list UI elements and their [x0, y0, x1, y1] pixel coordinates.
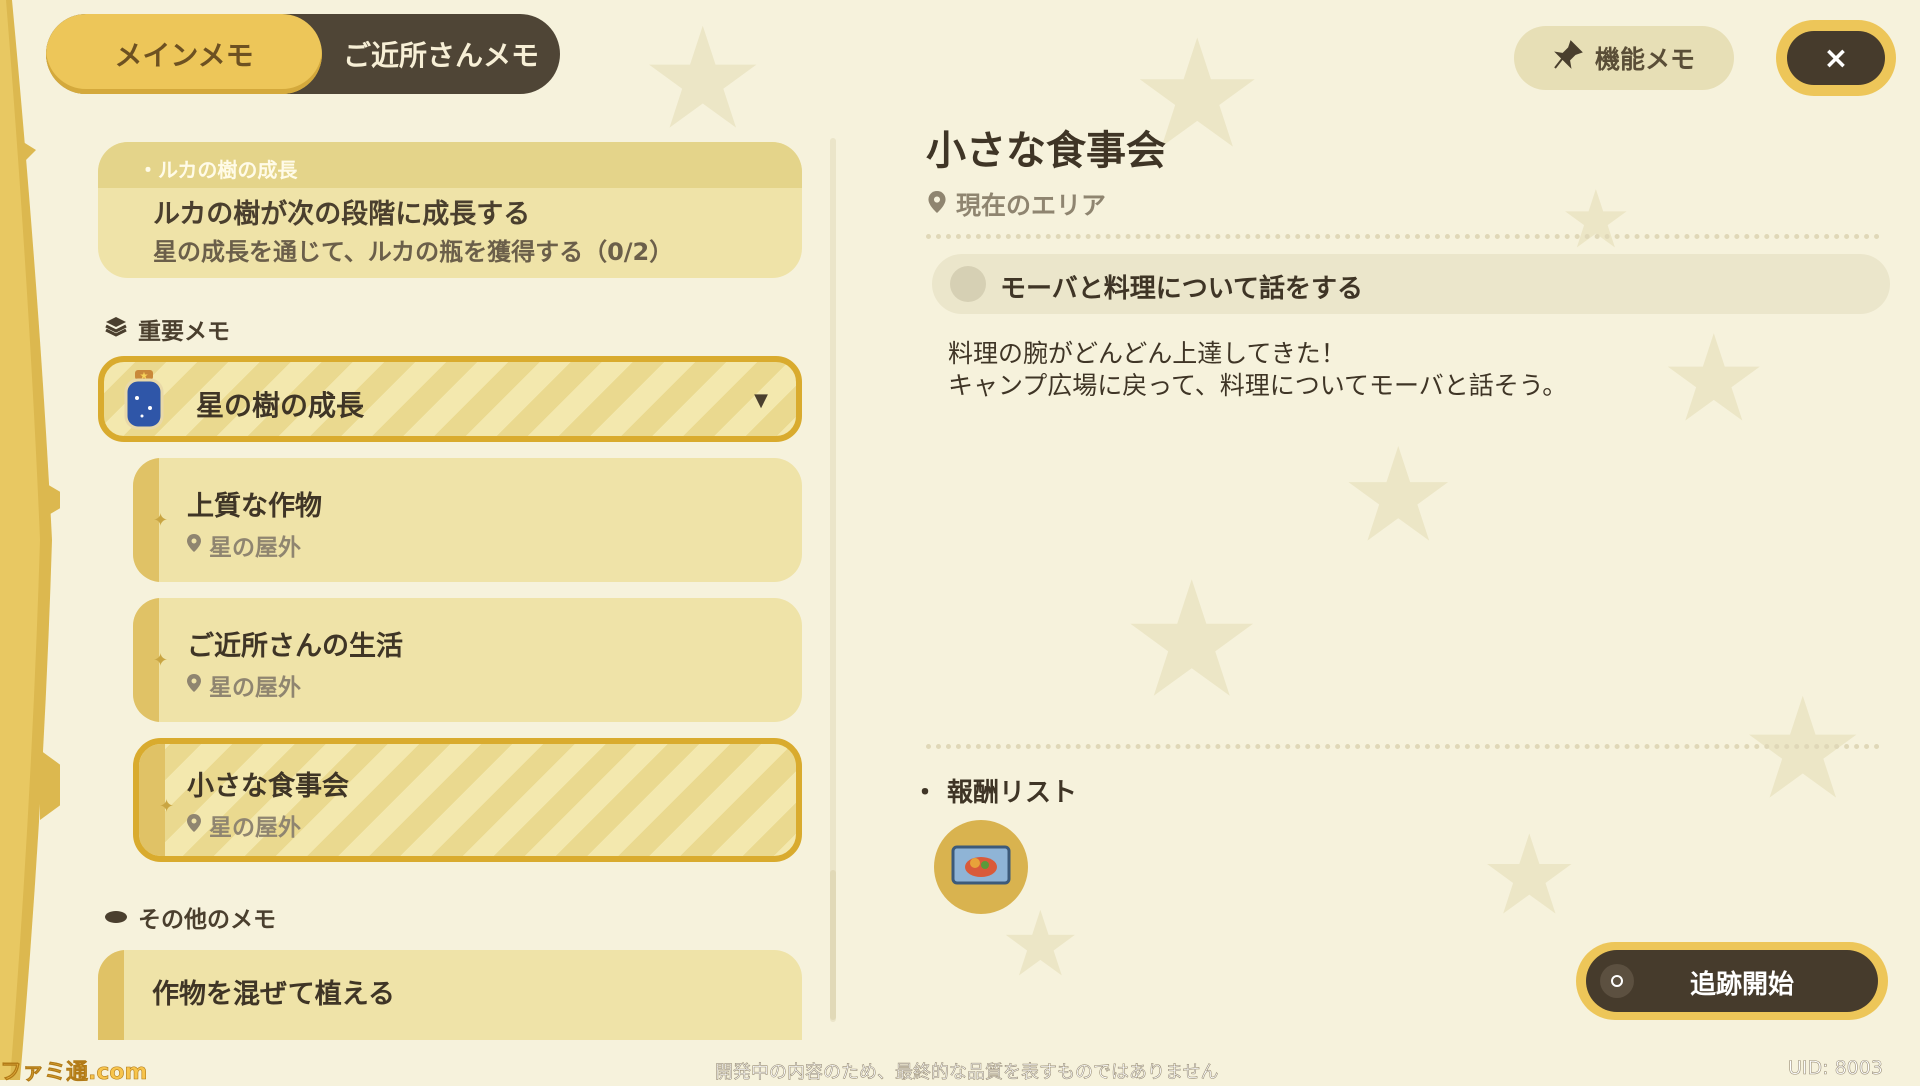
recipe-scroll-icon	[949, 841, 1013, 893]
memo-item-location: 星の屋外	[187, 668, 301, 702]
background-star: ★	[1120, 546, 1264, 733]
pin-icon	[1553, 40, 1583, 76]
start-tracking-button-inner: 追跡開始	[1586, 950, 1878, 1012]
sparkle-icon: ✦	[153, 650, 169, 671]
leaf-icon	[104, 904, 128, 930]
watermark-logo: ファミ通.com	[0, 1060, 148, 1086]
chevron-down-icon: ▼	[754, 390, 768, 411]
star-jar-icon: ★	[122, 368, 166, 432]
memo-tabs: メインメモ ご近所さんメモ	[46, 14, 560, 94]
memo-item-location-label: 星の屋外	[209, 815, 301, 841]
start-tracking-button[interactable]: 追跡開始	[1576, 942, 1888, 1020]
background-star: ★	[1000, 892, 1081, 997]
background-star: ★	[1480, 811, 1579, 939]
divider	[926, 234, 1880, 239]
important-memo-star-tree-growth[interactable]: ★ 星の樹の成長 ▼	[98, 356, 802, 442]
growth-card-subtitle: ・ルカの樹の成長	[138, 158, 298, 182]
growth-card-description: 星の成長を通じて、ルカの瓶を獲得する（0/2）	[153, 238, 674, 266]
detail-area: 現在のエリア	[928, 186, 1106, 222]
important-memo-label: 星の樹の成長	[196, 389, 365, 422]
memo-item-title: ご近所さんの生活	[187, 631, 403, 662]
section-other: その他のメモ	[104, 900, 276, 934]
close-icon: ×	[1787, 31, 1885, 85]
tab-neighbor-memo[interactable]: ご近所さんメモ	[322, 14, 560, 94]
divider	[926, 744, 1880, 749]
detail-title: 小さな食事会	[926, 128, 1166, 174]
memo-item-location-label: 星の屋外	[209, 535, 301, 561]
feature-memo-button[interactable]: 機能メモ	[1514, 26, 1734, 90]
background-star: ★	[1340, 419, 1457, 571]
detail-description: 料理の腕がどんどん上達してきた！ キャンプ広場に戻って、料理についてモーバと話そ…	[948, 339, 1568, 400]
location-pin-icon	[187, 812, 201, 838]
left-decorative-edge	[0, 0, 88, 1080]
start-tracking-label: 追跡開始	[1689, 970, 1794, 1000]
detail-area-label: 現在のエリア	[956, 191, 1107, 220]
user-id: UID: 8003	[1788, 1057, 1884, 1080]
objective-text: モーバと料理について話をする	[1000, 274, 1363, 304]
background-star: ★	[640, 0, 766, 161]
detail-objective: モーバと料理について話をする	[932, 254, 1890, 314]
growth-progress-card[interactable]: ・ルカの樹の成長 ルカの樹が次の段階に成長する 星の成長を通じて、ルカの瓶を獲得…	[98, 142, 802, 278]
memo-item[interactable]: ✦ ご近所さんの生活 星の屋外	[133, 598, 802, 722]
reward-item[interactable]	[934, 820, 1028, 914]
objective-status-icon	[950, 266, 986, 302]
location-pin-icon	[928, 190, 946, 219]
svg-text:★: ★	[140, 371, 149, 382]
section-other-label: その他のメモ	[138, 907, 276, 933]
memo-item[interactable]: ✦ 上質な作物 星の屋外	[133, 458, 802, 582]
memo-item-title: 小さな食事会	[187, 771, 349, 802]
growth-card-title: ルカの樹が次の段階に成長する	[153, 199, 531, 230]
memo-item[interactable]: 作物を混ぜて植える	[98, 950, 802, 1040]
memo-item-selected[interactable]: ✦ 小さな食事会 星の屋外	[133, 738, 802, 862]
location-pin-icon	[187, 672, 201, 698]
memo-item-title: 作物を混ぜて植える	[152, 979, 395, 1010]
section-important: 重要メモ	[104, 312, 230, 346]
layers-icon	[104, 315, 128, 343]
background-star: ★	[1660, 310, 1768, 449]
memo-item-title: 上質な作物	[187, 491, 322, 522]
memo-item-location-label: 星の屋外	[209, 675, 301, 701]
development-notice: 開発中の内容のため、最終的な品質を表すものではありません	[715, 1062, 1219, 1084]
sparkle-icon: ✦	[153, 510, 169, 531]
reward-list-label: ・ 報酬リスト	[912, 778, 1078, 808]
background-star: ★	[1740, 668, 1866, 831]
close-button[interactable]: ×	[1776, 20, 1896, 96]
section-important-label: 重要メモ	[138, 319, 230, 345]
background-star: ★	[1560, 173, 1632, 266]
tab-main-memo[interactable]: メインメモ	[46, 14, 322, 94]
feature-memo-label: 機能メモ	[1594, 45, 1695, 74]
sparkle-icon: ✦	[159, 796, 175, 817]
memo-item-location: 星の屋外	[187, 528, 301, 562]
location-pin-icon	[187, 532, 201, 558]
memo-item-location: 星の屋外	[187, 808, 301, 842]
list-scrollbar-thumb[interactable]	[830, 870, 836, 1020]
